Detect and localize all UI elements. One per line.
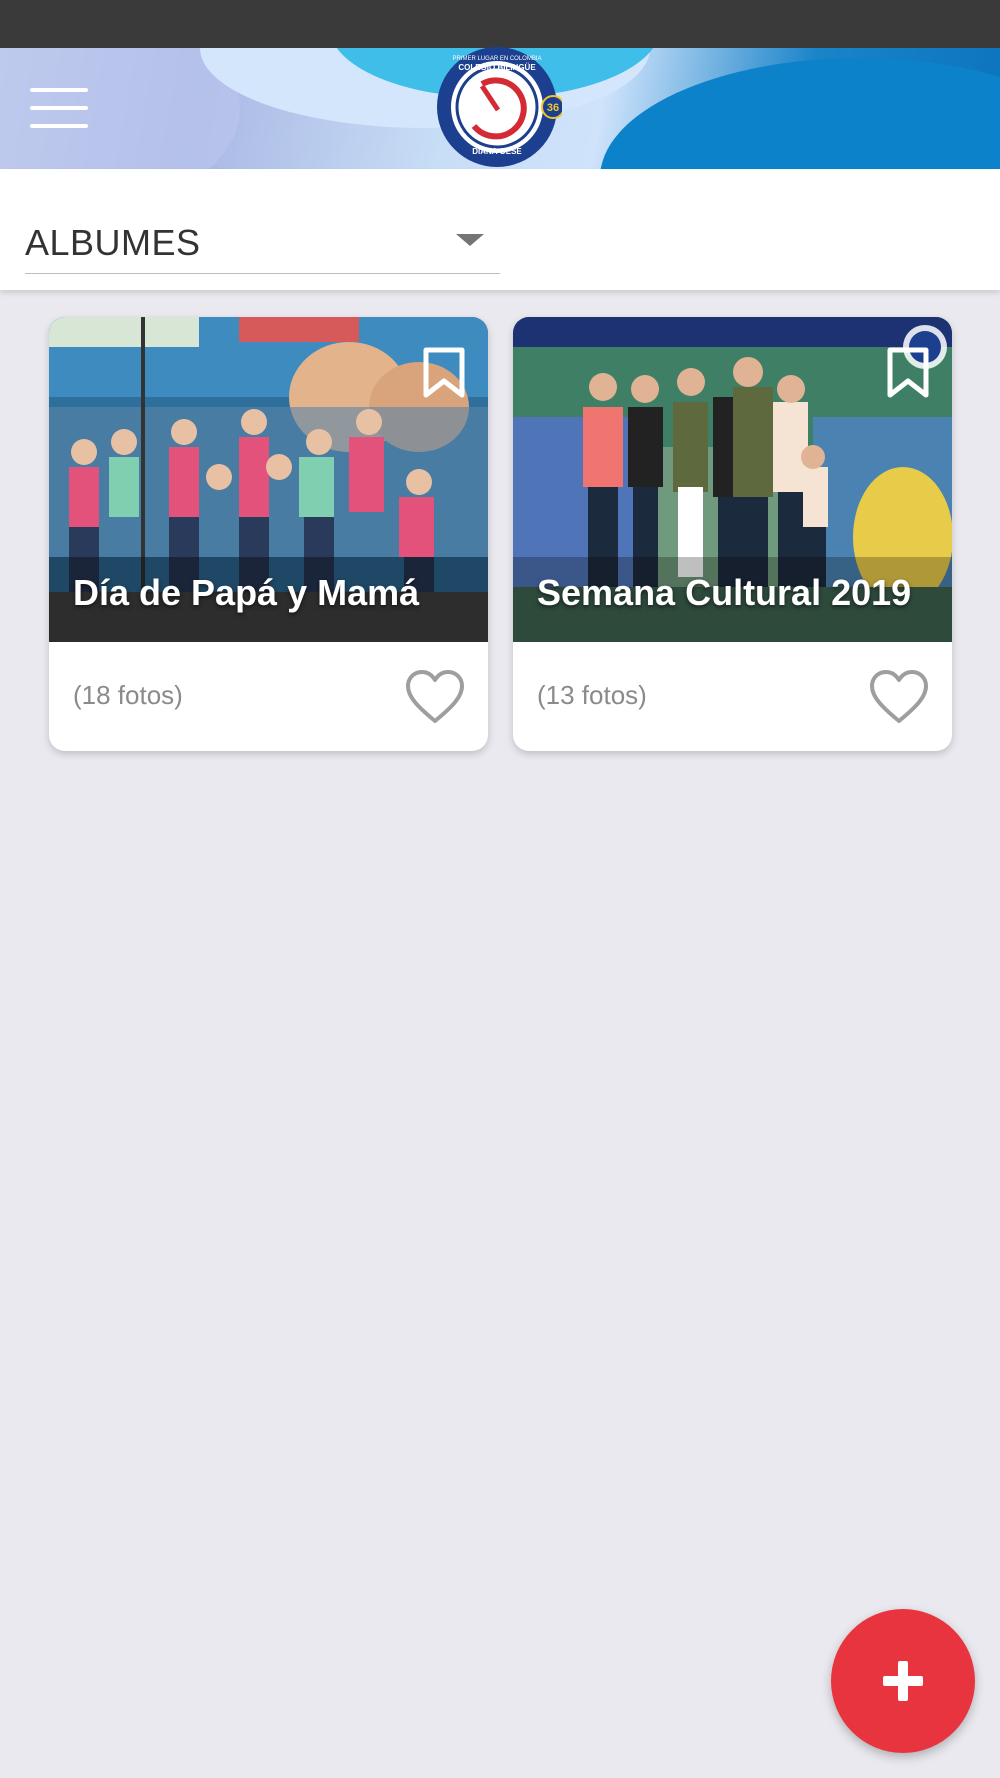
album-title: Día de Papá y Mamá — [73, 572, 420, 613]
svg-text:36: 36 — [547, 102, 559, 114]
album-title: Semana Cultural 2019 — [537, 572, 912, 613]
album-card[interactable]: Semana Cultural 2019 (13 fotos) — [513, 317, 952, 751]
bookmark-outline-icon[interactable] — [422, 347, 466, 399]
heart-outline-icon[interactable] — [404, 669, 466, 725]
album-photo-count: (13 fotos) — [537, 680, 647, 710]
dropdown-selected-value: ALBUMES — [25, 222, 201, 263]
hamburger-menu-icon[interactable] — [30, 88, 88, 130]
heart-outline-icon[interactable] — [868, 669, 930, 725]
bookmark-outline-icon[interactable] — [886, 347, 930, 399]
school-logo: 36 PRIMER LUGAR EN COLOMBIA COLEGIO BILI… — [432, 46, 565, 168]
album-photo-count: (18 fotos) — [73, 680, 183, 710]
caret-down-icon — [456, 234, 484, 246]
svg-text:PRIMER LUGAR EN COLOMBIA: PRIMER LUGAR EN COLOMBIA — [452, 56, 541, 62]
album-filter-bar: ALBUMES — [0, 169, 1000, 290]
album-type-dropdown[interactable]: ALBUMES — [25, 214, 500, 274]
add-album-button[interactable] — [831, 1609, 975, 1753]
status-bar — [0, 0, 1000, 48]
svg-text:DIANA OESE: DIANA OESE — [472, 147, 522, 156]
svg-text:COLEGIO BILINGÜE: COLEGIO BILINGÜE — [458, 63, 536, 72]
album-card[interactable]: Día de Papá y Mamá (18 fotos) — [49, 317, 488, 751]
